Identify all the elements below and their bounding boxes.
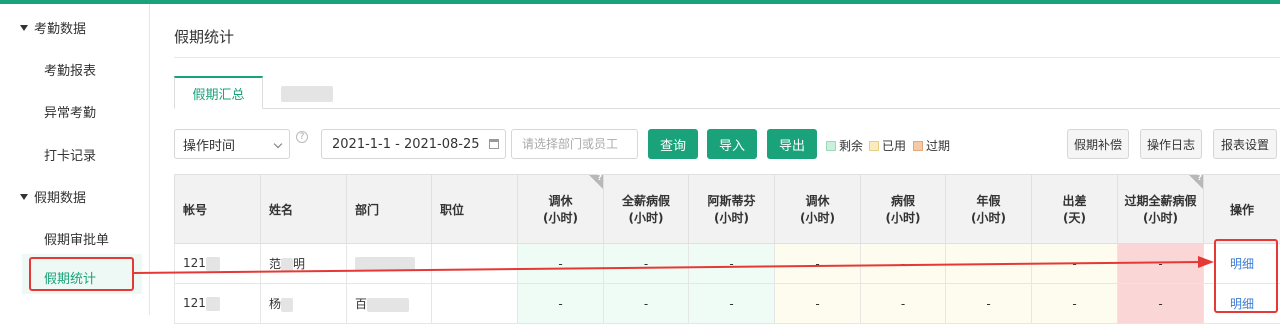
tab-redacted[interactable]	[281, 86, 333, 102]
col-header-paid-sick-remaining: 全薪病假(小时)	[604, 175, 689, 244]
cell-account: 121	[175, 284, 261, 324]
redacted-text	[281, 298, 293, 312]
legend-used: 已用	[869, 137, 906, 154]
date-range-input[interactable]: 2021-1-1 - 2021-08-25	[321, 129, 506, 159]
sidebar-item-attendance-report[interactable]: 考勤报表	[44, 60, 96, 79]
import-button[interactable]: 导入	[707, 129, 757, 159]
cell-value: -	[604, 284, 689, 324]
col-header-comp-leave-remaining: ?调休(小时)	[518, 175, 604, 244]
cell-value: -	[946, 244, 1032, 284]
cell-value: -	[518, 284, 604, 324]
cell-value: -	[689, 244, 775, 284]
dept-employee-search-input[interactable]	[511, 129, 638, 159]
legend-label: 剩余	[839, 137, 863, 154]
sidebar-group-leave[interactable]: 假期数据	[20, 187, 86, 206]
time-type-value: 操作时间	[183, 135, 235, 154]
col-header-sick-used: 病假(小时)	[861, 175, 946, 244]
cell-value: -	[1118, 284, 1204, 324]
cell-dept: 百	[347, 284, 432, 324]
leave-compensation-button[interactable]: 假期补偿	[1067, 129, 1129, 159]
col-header-actions: 操作	[1204, 175, 1280, 244]
leave-stats-table: 帐号 姓名 部门 职位 ?调休(小时) 全薪病假(小时) 阿斯蒂芬(小时) 调休…	[174, 174, 1280, 324]
report-settings-button[interactable]: 报表设置	[1213, 129, 1277, 159]
legend-label: 已用	[882, 137, 906, 154]
sidebar-item-abnormal-attendance[interactable]: 异常考勤	[44, 102, 96, 121]
redacted-text	[281, 258, 293, 272]
cell-value: -	[946, 284, 1032, 324]
sidebar-group-label: 假期数据	[34, 187, 86, 206]
table-header-row: 帐号 姓名 部门 职位 ?调休(小时) 全薪病假(小时) 阿斯蒂芬(小时) 调休…	[175, 175, 1280, 244]
cell-position	[432, 244, 518, 284]
cell-value: -	[775, 244, 861, 284]
sidebar-group-attendance[interactable]: 考勤数据	[20, 18, 86, 37]
expired-swatch	[913, 141, 923, 151]
query-button[interactable]: 查询	[648, 129, 698, 159]
caret-down-icon	[20, 194, 28, 200]
used-swatch	[869, 141, 879, 151]
remaining-swatch	[826, 141, 836, 151]
cell-value: -	[861, 244, 946, 284]
redacted-text	[367, 298, 409, 312]
legend-label: 过期	[926, 137, 950, 154]
col-header-expired-paid-sick: ?过期全薪病假(小时)	[1118, 175, 1204, 244]
col-header-comp-leave-used: 调休(小时)	[775, 175, 861, 244]
tab-leave-summary[interactable]: 假期汇总	[174, 76, 263, 109]
page-title: 假期统计	[174, 26, 234, 47]
operation-log-button[interactable]: 操作日志	[1140, 129, 1202, 159]
cell-value: -	[689, 284, 775, 324]
col-header-position: 职位	[432, 175, 518, 244]
table-row: 121 范明 - - - - - - - - 明细	[175, 244, 1280, 284]
main-content: 假期统计 假期汇总 操作时间 ? 2021-1-1 - 2021-08-25 查…	[150, 4, 1280, 315]
cell-value: -	[1032, 244, 1118, 284]
sidebar-group-label: 考勤数据	[34, 18, 86, 37]
col-header-business-trip: 出差(天)	[1032, 175, 1118, 244]
caret-down-icon	[20, 25, 28, 31]
cell-value: -	[604, 244, 689, 284]
tab-divider	[174, 108, 1280, 109]
cell-value: -	[518, 244, 604, 284]
cell-account: 121	[175, 244, 261, 284]
help-icon[interactable]: ?	[296, 131, 308, 143]
calendar-icon	[489, 139, 499, 149]
cell-dept	[347, 244, 432, 284]
col-header-annual-used: 年假(小时)	[946, 175, 1032, 244]
col-header-custom-remaining: 阿斯蒂芬(小时)	[689, 175, 775, 244]
chevron-down-icon	[274, 140, 282, 148]
redacted-text	[206, 297, 220, 311]
cell-name: 范明	[261, 244, 347, 284]
divider	[174, 57, 1280, 58]
time-type-select[interactable]: 操作时间	[174, 129, 290, 159]
redacted-text	[206, 257, 220, 271]
cell-name: 杨	[261, 284, 347, 324]
cell-value: -	[1118, 244, 1204, 284]
col-header-name: 姓名	[261, 175, 347, 244]
legend-expired: 过期	[913, 137, 950, 154]
annotation-box-details	[1214, 239, 1278, 313]
cell-value: -	[1032, 284, 1118, 324]
cell-value: -	[861, 284, 946, 324]
col-header-dept: 部门	[347, 175, 432, 244]
export-button[interactable]: 导出	[767, 129, 817, 159]
legend-remaining: 剩余	[826, 137, 863, 154]
table-row: 121 杨 百 - - - - - - - - 明细	[175, 284, 1280, 324]
redacted-text	[355, 257, 415, 271]
sidebar-item-leave-approval[interactable]: 假期审批单	[44, 229, 109, 248]
cell-position	[432, 284, 518, 324]
sidebar-item-clock-records[interactable]: 打卡记录	[44, 145, 96, 164]
date-range-value: 2021-1-1 - 2021-08-25	[332, 137, 480, 152]
cell-value: -	[775, 284, 861, 324]
annotation-box-sidebar	[29, 257, 134, 291]
col-header-account: 帐号	[175, 175, 261, 244]
